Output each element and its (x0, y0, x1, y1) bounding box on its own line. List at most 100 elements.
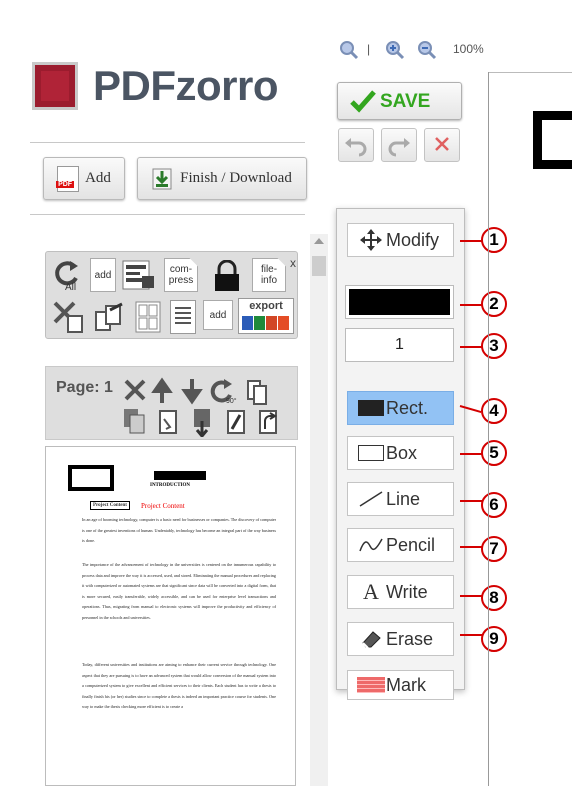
drawn-filled-rect (154, 471, 206, 480)
filled-rect-icon (356, 400, 386, 416)
resize-icon (227, 410, 245, 434)
pdf-file-icon: PDF (56, 165, 80, 192)
export-label: export (249, 300, 283, 312)
compress-label: com- press (168, 264, 194, 286)
cancel-button[interactable] (424, 128, 460, 162)
page-thumbnail[interactable]: INTRODUCTION Project Content Project Con… (45, 446, 296, 786)
scrollbar-thumb[interactable] (312, 256, 326, 276)
callout-line (460, 500, 482, 502)
move-arrows-icon (356, 229, 386, 251)
text-line (175, 307, 191, 309)
page-label: Page: 1 (56, 379, 113, 396)
zoom-out-button[interactable] (417, 40, 437, 65)
rect-tool[interactable]: Rect. (347, 391, 454, 425)
insert-icon (194, 409, 210, 437)
write-label: Write (386, 581, 428, 602)
callout-line (460, 453, 482, 455)
thumb-paragraph-2: The importance of the advancement of tec… (82, 562, 276, 620)
add-text-button[interactable]: add (203, 300, 233, 330)
add-text-page-button[interactable] (170, 300, 196, 334)
add-page-label: add (94, 269, 112, 281)
add-page-button[interactable]: add (90, 258, 116, 292)
callout-2: 2 (481, 291, 507, 317)
logo-text: PDFzorro (93, 62, 279, 109)
write-tool[interactable]: A Write (347, 575, 454, 609)
powerpoint-icon (266, 316, 277, 330)
add-button[interactable]: PDF Add (43, 157, 125, 200)
excel-icon (254, 316, 265, 330)
rotate-90-icon: 90° (210, 379, 237, 405)
lock-icon (215, 259, 239, 291)
thumb-red-label: Project Content (141, 502, 185, 510)
finish-download-button[interactable]: Finish / Download (137, 157, 307, 200)
undo-button[interactable] (338, 128, 374, 162)
callout-7: 7 (481, 536, 507, 562)
callout-4: 4 (481, 398, 507, 424)
canvas-drawn-rectangle[interactable] (533, 111, 572, 169)
split-icon (159, 410, 177, 434)
redo-icon (388, 138, 410, 157)
file-info-button[interactable]: file- info (252, 258, 286, 292)
canvas-left-border (488, 72, 489, 786)
export-button[interactable]: export (238, 298, 294, 334)
text-line (175, 317, 191, 319)
divider (30, 214, 305, 215)
box-outline-icon (356, 445, 386, 461)
line-tool[interactable]: Line (347, 482, 454, 516)
canvas-top-border (488, 72, 572, 73)
pencil-tool[interactable]: Pencil (347, 528, 454, 562)
callout-1: 1 (481, 227, 507, 253)
grid-button[interactable] (134, 300, 162, 334)
mark-tool[interactable]: Mark (347, 670, 454, 700)
save-button[interactable]: SAVE (337, 82, 462, 120)
merge-icon (124, 409, 145, 434)
stroke-width-input[interactable]: 1 (345, 328, 454, 362)
thumb-paragraph-1: In an age of booming technology, compute… (82, 517, 276, 543)
download-icon (152, 168, 172, 189)
form-icon (122, 260, 154, 290)
delete-pages-icon (53, 301, 83, 333)
zoom-separator: | (367, 42, 371, 56)
divider (30, 142, 305, 143)
modify-tool[interactable]: Modify (347, 223, 454, 257)
page-action-icons: 90° (124, 377, 267, 405)
callout-line (460, 634, 482, 636)
callout-line (460, 346, 482, 348)
rotate-all-label: All (65, 282, 76, 292)
lock-button[interactable] (210, 259, 244, 292)
line-icon (356, 490, 386, 508)
thumbnail-scrollbar[interactable] (310, 234, 328, 786)
color-picker[interactable] (345, 285, 454, 319)
pencil-curve-icon (356, 536, 386, 554)
page-tools-panel: All add com- press file- info x add expo… (45, 251, 298, 339)
box-label: Box (386, 442, 418, 463)
callout-8: 8 (481, 585, 507, 611)
zoom-level: 100% (453, 42, 484, 56)
extract-button[interactable] (92, 300, 126, 334)
rotate-all-icon: All (55, 261, 78, 293)
callout-9: 9 (481, 626, 507, 652)
scroll-up-arrow-icon[interactable] (314, 238, 324, 244)
rotate-all-button[interactable]: All (52, 258, 84, 293)
thumb-paragraph-3: Today, different universities and instit… (82, 662, 276, 709)
finish-download-label: Finish / Download (180, 170, 292, 186)
callout-line (460, 546, 482, 548)
text-a-icon: A (363, 579, 379, 604)
highlight-mark-icon (356, 677, 386, 693)
zoom-in-icon (386, 41, 405, 60)
close-tools-button[interactable]: x (290, 256, 296, 270)
line-label: Line (386, 488, 421, 509)
thumb-box-label: Project Content (90, 501, 130, 510)
zoom-out-icon (418, 41, 437, 60)
erase-tool[interactable]: Erase (347, 622, 454, 656)
box-tool[interactable]: Box (347, 436, 454, 470)
add-text-label: add (209, 309, 227, 321)
zoom-out-full-button[interactable] (339, 40, 359, 65)
close-icon (435, 137, 449, 151)
compress-button[interactable]: com- press (164, 258, 198, 292)
form-button[interactable] (122, 260, 156, 290)
zoom-in-button[interactable] (385, 40, 405, 65)
mark-label: Mark (386, 674, 426, 695)
delete-pages-button[interactable] (52, 300, 86, 334)
redo-button[interactable] (381, 128, 417, 162)
